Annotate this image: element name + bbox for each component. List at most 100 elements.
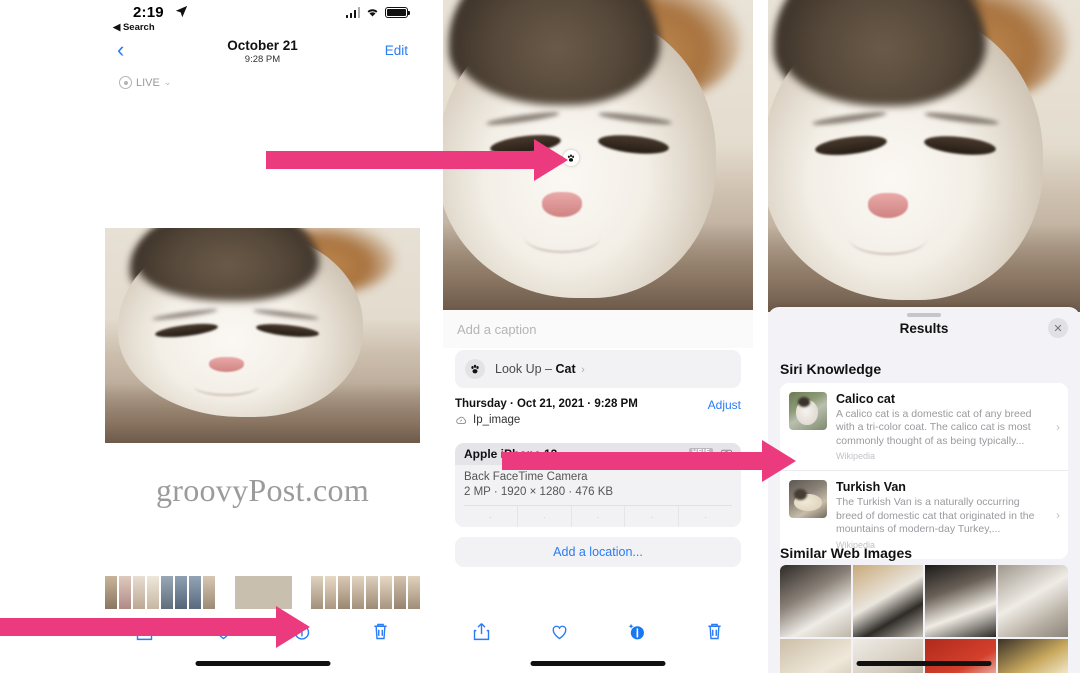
- web-image-thumb[interactable]: [997, 639, 1068, 673]
- look-up-subject: Cat: [555, 362, 576, 376]
- filmstrip-thumb[interactable]: [338, 576, 351, 609]
- status-time: 2:19: [133, 4, 164, 21]
- home-indicator: [856, 661, 992, 666]
- web-image-thumb[interactable]: [852, 639, 923, 673]
- device-body: Back FaceTime Camera 2 MP · 1920 × 1280 …: [455, 465, 741, 527]
- cat-mouth: [193, 374, 260, 396]
- screenshot-stage: 2:19 ◀ Search ‹ October 21 9:28 PM Edit: [0, 0, 1080, 673]
- page-title: October 21: [227, 38, 298, 53]
- chevron-right-icon: ›: [581, 364, 585, 376]
- web-image-thumb[interactable]: [780, 639, 851, 673]
- filmstrip-thumb[interactable]: [352, 576, 365, 609]
- section-heading-siri-knowledge: Siri Knowledge: [780, 361, 882, 377]
- edit-button[interactable]: Edit: [385, 43, 408, 58]
- result-body: Calico cat A calico cat is a domestic ca…: [836, 392, 1059, 461]
- trash-icon[interactable]: [702, 619, 726, 643]
- wifi-icon: [367, 9, 378, 17]
- result-description: The Turkish Van is a naturally occurring…: [836, 496, 1035, 536]
- siri-knowledge-card: Calico cat A calico cat is a domestic ca…: [780, 383, 1068, 559]
- heart-icon[interactable]: [547, 619, 571, 643]
- info-sparkle-icon[interactable]: [625, 619, 649, 643]
- web-image-thumb[interactable]: [852, 565, 923, 637]
- result-body: Turkish Van The Turkish Van is a natural…: [836, 480, 1059, 549]
- filmstrip-thumb[interactable]: [310, 576, 323, 609]
- chevron-down-icon: ⌄: [163, 77, 172, 87]
- photo-main[interactable]: [105, 228, 420, 443]
- cellular-signal-icon: [345, 7, 360, 18]
- exif-cell: ·: [518, 506, 572, 527]
- filmstrip-thumb[interactable]: [324, 576, 337, 609]
- filmstrip[interactable]: [105, 576, 420, 609]
- navigation-bar: ‹ October 21 9:28 PM Edit: [105, 36, 420, 72]
- photo-main-behind-sheet[interactable]: [768, 0, 1080, 312]
- look-up-separator: –: [545, 362, 552, 376]
- paw-print-icon: [465, 359, 485, 379]
- chevron-right-icon: ›: [1056, 419, 1060, 434]
- results-sheet: Results ✕ Siri Knowledge Calico cat A ca…: [768, 307, 1080, 673]
- result-row[interactable]: Calico cat A calico cat is a domestic ca…: [780, 383, 1068, 472]
- filmstrip-gap: [216, 576, 234, 609]
- watermark: groovyPost.com: [155, 472, 370, 508]
- filmstrip-thumb[interactable]: [105, 576, 117, 609]
- exif-cell: ·: [464, 506, 518, 527]
- cat-dark-fur-2: [780, 0, 987, 107]
- exif-columns: · · · · ·: [464, 505, 732, 527]
- adjust-button[interactable]: Adjust: [708, 398, 741, 412]
- exif-cell: ·: [572, 506, 626, 527]
- bottom-toolbar: [443, 609, 753, 653]
- web-image-thumb[interactable]: [925, 565, 996, 637]
- info-filled: [628, 623, 645, 639]
- calico-cat-thumbnail: [789, 392, 827, 430]
- filmstrip-thumb[interactable]: [394, 576, 407, 609]
- filmstrip-thumb[interactable]: [174, 576, 187, 609]
- photo-filename-row: Ip_image: [455, 414, 741, 426]
- sheet-title: Results: [899, 321, 949, 336]
- photo-date: Thursday · Oct 21, 2021 · 9:28 PM: [455, 398, 638, 410]
- filmstrip-thumb[interactable]: [118, 576, 131, 609]
- filmstrip-thumb[interactable]: [160, 576, 173, 609]
- filmstrip-thumb-selected[interactable]: [235, 576, 292, 609]
- add-location-label: Add a location...: [553, 545, 643, 559]
- web-image-thumb[interactable]: [925, 639, 996, 673]
- cat-mouth: [523, 220, 602, 254]
- web-image-thumb[interactable]: [997, 565, 1068, 637]
- result-title: Calico cat: [836, 392, 896, 406]
- cat-mouth: [849, 222, 928, 255]
- live-photo-label: LIVE: [136, 76, 160, 89]
- filmstrip-thumb[interactable]: [132, 576, 145, 609]
- status-back-to-search[interactable]: ◀ Search: [113, 22, 155, 33]
- live-photo-icon: [119, 76, 132, 89]
- exif-cell: ·: [625, 506, 680, 527]
- filmstrip-thumb[interactable]: [366, 576, 379, 609]
- status-bar: 2:19 ◀ Search: [105, 0, 420, 36]
- cat-nose: [208, 357, 244, 373]
- share-icon[interactable]: [470, 619, 494, 643]
- status-indicators: [345, 7, 410, 18]
- look-up-label: Look Up – Cat ›: [495, 362, 585, 376]
- phone-panel-visual-lookup-results: Results ✕ Siri Knowledge Calico cat A ca…: [768, 0, 1080, 673]
- filmstrip-thumb[interactable]: [202, 576, 215, 609]
- filmstrip-thumb[interactable]: [188, 576, 201, 609]
- home-indicator: [530, 661, 666, 666]
- exif-cell: ·: [704, 512, 708, 522]
- look-up-prefix: Look Up: [495, 362, 542, 376]
- turkish-van-thumbnail: [789, 480, 827, 519]
- caption-input[interactable]: Add a caption: [443, 310, 753, 348]
- chevron-right-icon: ›: [1056, 507, 1060, 522]
- filmstrip-thumb[interactable]: [380, 576, 393, 609]
- close-icon[interactable]: ✕: [1048, 318, 1068, 338]
- filmstrip-thumb[interactable]: [408, 576, 420, 609]
- web-image-thumb[interactable]: [780, 565, 851, 637]
- home-indicator: [195, 661, 330, 666]
- drag-handle[interactable]: [907, 313, 941, 317]
- look-up-row[interactable]: Look Up – Cat ›: [455, 350, 741, 388]
- trash-icon[interactable]: [369, 619, 393, 643]
- photo-specs: 2 MP · 1920 × 1280 · 476 KB: [464, 486, 614, 498]
- battery-icon: [385, 7, 410, 18]
- live-photo-badge[interactable]: LIVE ⌄: [119, 76, 171, 89]
- section-heading-similar-web-images: Similar Web Images: [780, 545, 913, 561]
- phone-panel-photo-detail: 2:19 ◀ Search ‹ October 21 9:28 PM Edit: [105, 0, 420, 673]
- date-metadata: Thursday · Oct 21, 2021 · 9:28 PM Ip_ima…: [455, 398, 741, 432]
- add-location-button[interactable]: Add a location...: [455, 537, 741, 567]
- filmstrip-thumb[interactable]: [146, 576, 159, 609]
